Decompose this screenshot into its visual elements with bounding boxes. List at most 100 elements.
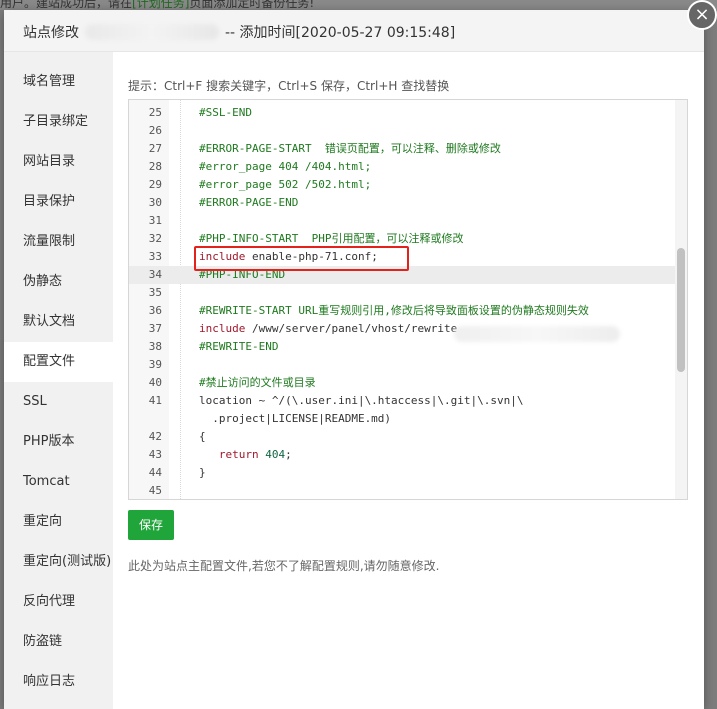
code-text: } [199,464,206,482]
sidebar-item[interactable]: 子目录绑定 [4,102,113,142]
code-line[interactable]: 44} [129,464,677,482]
code-text: #ERROR-PAGE-START 错误页配置，可以注释、删除或修改 [199,140,501,158]
code-line[interactable]: 30 #ERROR-PAGE-END [129,194,677,212]
code-line[interactable]: 41 location ~ ^/(\.user.ini|\.htaccess|\.… [129,392,677,410]
include-line-highlight-box [194,246,409,271]
modal-title: 站点修改 -- 添加时间[2020-05-27 09:15:48] [23,22,455,42]
code-line[interactable]: 42 { [129,428,677,446]
code-text: include /www/server/panel/vhost/rewrite [199,320,457,338]
editor-scroll-thumb[interactable] [677,248,685,372]
background-notice-text: 用户。建站成功后，请在 [0,0,133,10]
sidebar-item[interactable]: 重定向(测试版) [4,542,113,582]
code-text: #SSL-END [199,104,252,122]
site-edit-modal: 站点修改 -- 添加时间[2020-05-27 09:15:48] 域名管理 子目… [4,10,704,709]
code-text: { [199,428,206,446]
sidebar-item[interactable]: 流量限制 [4,222,113,262]
code-line[interactable]: 40 #禁止访问的文件或目录 [129,374,677,392]
code-line[interactable]: 36 #REWRITE-START URL重写规则引用,修改后将导致面板设置的伪静… [129,302,677,320]
line-number: 45 [148,484,162,497]
code-text: return 404; [199,446,292,464]
editor-scrollbar[interactable] [675,100,687,499]
line-number: 35 [148,286,162,299]
sidebar-item[interactable]: Tomcat [4,462,113,502]
line-number: 30 [148,196,162,209]
line-number: 41 [148,394,162,407]
code-token: #ERROR-PAGE-END [199,196,299,209]
code-token: include [199,322,246,335]
line-number: 34 [148,268,162,281]
code-line[interactable]: .project|LICENSE|README.md) [129,410,677,428]
line-number: 42 [148,430,162,443]
sidebar-item[interactable]: 伪静态 [4,262,113,302]
line-number: 32 [148,232,162,245]
line-number: 44 [148,466,162,479]
background-notice-suffix: 页面添加定时备份任务! [189,0,315,10]
line-number: 26 [148,124,162,137]
line-number: 28 [148,160,162,173]
sidebar-item[interactable]: 目录保护 [4,182,113,222]
code-text: .project|LICENSE|README.md) [199,410,391,428]
line-number: 25 [148,106,162,119]
code-line[interactable]: 28 #error_page 404 /404.html; [129,158,677,176]
sidebar-item[interactable]: 域名管理 [4,62,113,102]
code-line[interactable]: 25 #SSL-END [129,104,677,122]
config-code-editor[interactable]: 25 #SSL-END 26 27 #ERROR-PAGE-START 错误页配置，可以… [128,99,688,500]
code-token: } [199,466,206,479]
code-text: #ERROR-PAGE-END [199,194,298,212]
background-notice-link[interactable]: [计划任务] [132,0,189,10]
modal-title-added-time: -- 添加时间[2020-05-27 09:15:48] [225,25,456,41]
code-text: location ~ ^/(\.user.ini|\.htaccess|\.gi… [199,392,524,410]
code-token: /www/server/panel/vhost/rewrite [245,322,458,335]
code-token: location ~ ^/(\.user.ini|\.htaccess|\.gi… [199,394,524,407]
code-line[interactable]: 39 [129,356,677,374]
site-name-redacted [85,24,219,40]
code-token: #error_page 404 /404.html; [199,160,372,173]
code-token: #REWRITE-START URL重写规则引用,修改后将导致面板设置的伪静态规… [199,304,589,317]
code-token: .project|LICENSE|README.md) [199,412,392,425]
line-number: 38 [148,340,162,353]
code-line[interactable]: 35 [129,284,677,302]
line-number: 27 [148,142,162,155]
line-number: 36 [148,304,162,317]
code-line[interactable]: 31 [129,212,677,230]
sidebar-item[interactable]: 网站目录 [4,142,113,182]
code-line[interactable]: 43 return 404; [129,446,677,464]
line-number: 29 [148,178,162,191]
line-number: 43 [148,448,162,461]
code-token: { [199,430,206,443]
sidebar-item[interactable]: 默认文档 [4,302,113,342]
sidebar-item[interactable]: 配置文件 [4,342,113,382]
code-text: #error_page 502 /502.html; [199,176,371,194]
editor-shortcut-tip: 提示：Ctrl+F 搜索关键字，Ctrl+S 保存，Ctrl+H 查找替换 [128,79,450,93]
code-token: return [218,448,259,461]
sidebar-item[interactable]: 重定向 [4,502,113,542]
code-token: #error_page 502 /502.html; [199,178,372,191]
sidebar-item[interactable]: 防盗链 [4,622,113,662]
config-file-panel: 提示：Ctrl+F 搜索关键字，Ctrl+S 保存，Ctrl+H 查找替换 25… [113,52,704,709]
background-notice: 用户。建站成功后，请在[计划任务]页面添加定时备份任务! [0,0,314,10]
modal-header: 站点修改 -- 添加时间[2020-05-27 09:15:48] [4,10,704,52]
code-line[interactable]: 29 #error_page 502 /502.html; [129,176,677,194]
sidebar-item[interactable]: PHP版本 [4,422,113,462]
line-number: 31 [148,214,162,227]
code-line[interactable]: 26 [129,122,677,140]
line-number: 40 [148,376,162,389]
config-warning-note: 此处为站点主配置文件,若您不了解配置规则,请勿随意修改. [128,559,440,573]
sidebar-item[interactable]: SSL [4,382,113,422]
code-line[interactable]: 27 #ERROR-PAGE-START 错误页配置，可以注释、删除或修改 [129,140,677,158]
code-text: #REWRITE-END [199,338,278,356]
close-icon[interactable]: × [687,0,717,30]
code-token: #PHP-INFO-START PHP引用配置，可以注释或修改 [199,232,464,245]
code-token: #SSL-END [199,106,252,119]
settings-sidebar: 域名管理 子目录绑定 网站目录 目录保护 流量限制 伪静态 默认文档 配置文件 SSL PHP版本… [4,52,113,709]
sidebar-item[interactable]: 响应日志 [4,662,113,702]
code-line[interactable]: 45 [129,482,677,499]
code-token: 404 [265,448,286,461]
line-number: 33 [148,250,162,263]
code-token: #REWRITE-END [199,340,279,353]
code-text: #禁止访问的文件或目录 [199,374,316,392]
rewrite-path-redacted [454,326,620,342]
sidebar-item[interactable]: 反向代理 [4,582,113,622]
save-button[interactable]: 保存 [128,510,174,540]
